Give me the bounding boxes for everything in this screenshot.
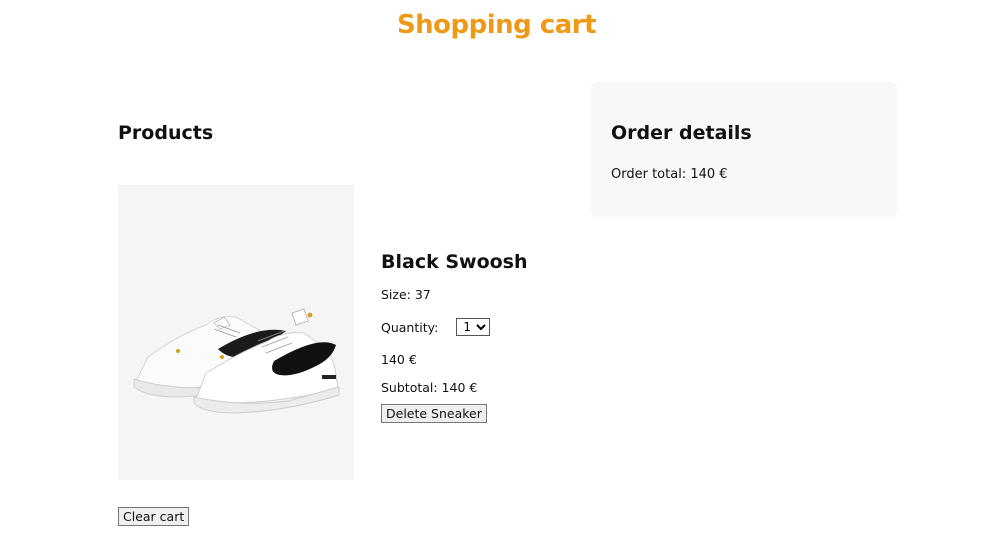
clear-cart-button[interactable]: Clear cart [118, 507, 190, 526]
sneaker-image [133, 308, 340, 414]
product-name: Black Swoosh [381, 251, 528, 273]
product-size: Size: 37 [381, 287, 431, 302]
delete-sneaker-button[interactable]: Delete Sneaker [381, 404, 487, 423]
quantity-label: Quantity: [381, 319, 439, 335]
products-heading: Products [118, 122, 214, 144]
page-title: Shopping cart [396, 10, 597, 40]
order-details-heading: Order details [611, 122, 752, 144]
product-subtotal: Subtotal: 140 € [381, 380, 478, 395]
order-total: Order total: 140 € [611, 167, 728, 182]
quantity-select[interactable]: 1 [456, 318, 491, 336]
quantity-row: Quantity: 1 [381, 318, 491, 336]
product-image [118, 185, 354, 480]
product-price: 140 € [381, 352, 417, 367]
order-details-panel: Order details Order total: 140 € [591, 82, 897, 217]
